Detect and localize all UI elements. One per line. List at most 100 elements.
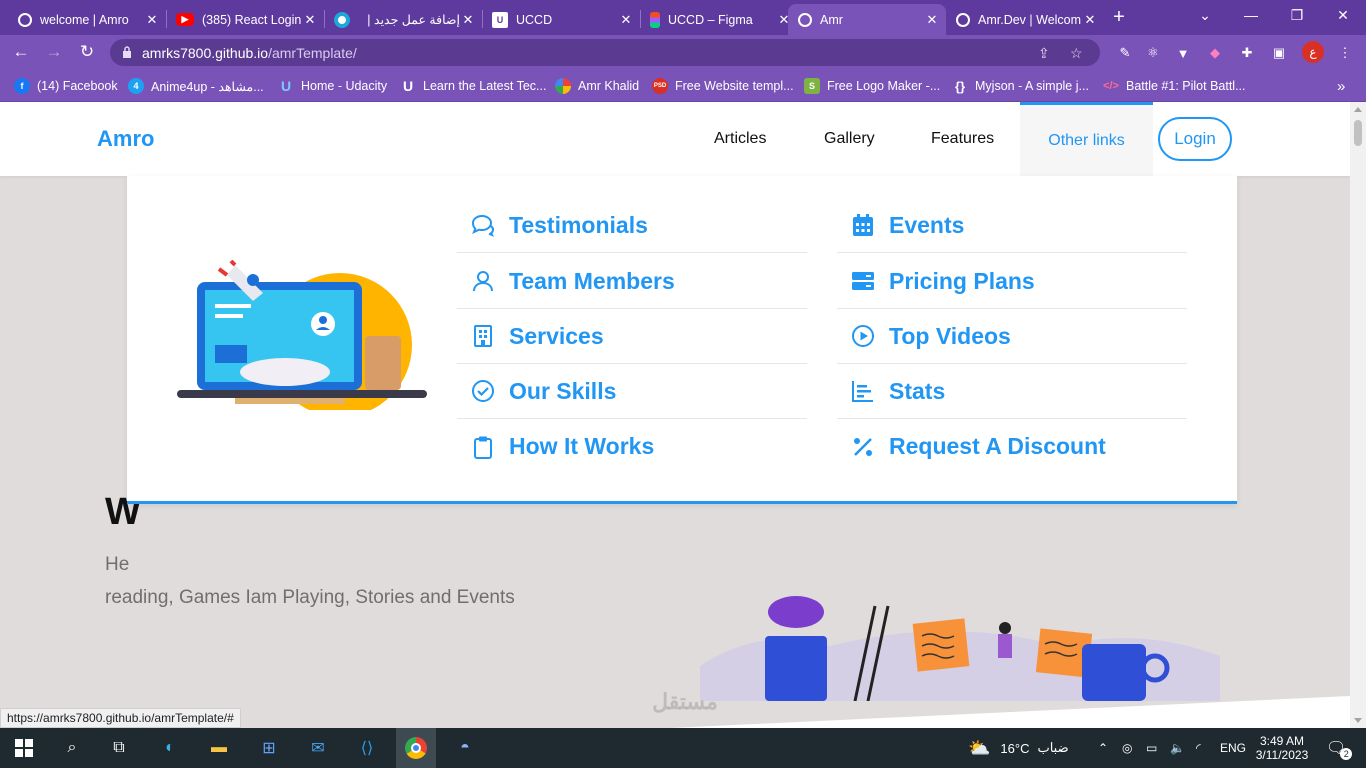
wifi-icon[interactable]: ◜ (1196, 728, 1201, 768)
extension-icon[interactable]: ◆ (1206, 44, 1224, 62)
bookmark-label: Anime4up - مشاهد... (151, 79, 264, 94)
windows-start-icon[interactable] (12, 736, 36, 760)
nav-articles[interactable]: Articles (714, 130, 766, 148)
bookmark-myjson[interactable]: {} Myjson - A simple j... (952, 77, 1089, 95)
notifications-icon[interactable]: 🗨 2 (1326, 728, 1358, 768)
minimize-button[interactable]: — (1228, 0, 1274, 30)
dropdown-item-our-skills[interactable]: Our Skills (457, 364, 807, 419)
close-window-button[interactable]: ✕ (1320, 0, 1366, 30)
language-indicator[interactable]: ENG (1220, 728, 1246, 768)
scrollbar-thumb[interactable] (1354, 120, 1362, 146)
close-icon[interactable]: ✕ (1082, 12, 1098, 28)
nav-other-links[interactable]: Other links (1020, 102, 1153, 176)
bookmark-udemy[interactable]: U Learn the Latest Tec... (400, 77, 547, 95)
page-scrollbar[interactable] (1350, 102, 1366, 728)
react-extension-icon[interactable]: ⚛ (1144, 44, 1162, 62)
dropdown-item-events[interactable]: Events (837, 198, 1187, 253)
task-view-icon[interactable]: ⧉ (107, 736, 131, 760)
nav-gallery[interactable]: Gallery (824, 130, 875, 148)
tray-overflow-icon[interactable]: ⌃ (1098, 728, 1108, 768)
tab-title: إضافة عمل جديد | (367, 13, 460, 27)
uccd-icon: U (492, 11, 508, 28)
building-icon (474, 325, 492, 347)
tab-title: UCCD (516, 12, 553, 27)
dropdown-item-stats[interactable]: Stats (837, 364, 1187, 419)
bookmarks-overflow-icon[interactable]: » (1337, 77, 1345, 95)
dropdown-item-pricing-plans[interactable]: Pricing Plans (837, 254, 1187, 309)
tab-uccd-figma[interactable]: UCCD – Figma ✕ (640, 4, 798, 35)
dropdown-item-services[interactable]: Services (457, 309, 807, 364)
tab-welcome-amro[interactable]: welcome | Amro ✕ (8, 4, 166, 35)
tab-amr-dev[interactable]: Amr.Dev | Welcom ✕ (946, 4, 1104, 35)
site-header: Amro Articles Gallery Features Other lin… (0, 102, 1350, 176)
search-icon[interactable]: ⌕ (60, 736, 84, 760)
chrome-icon[interactable] (396, 728, 436, 768)
tab-title: Amr.Dev | Welcom (978, 12, 1082, 27)
mail-icon[interactable]: ✉ (306, 736, 330, 760)
reload-button[interactable]: ↻ (75, 40, 99, 64)
volume-icon[interactable]: 🔈 (1170, 728, 1185, 768)
clipboard-icon (474, 436, 492, 459)
bookmark-star-icon[interactable]: ☆ (1070, 45, 1083, 62)
login-button[interactable]: Login (1158, 117, 1232, 161)
bookmark-facebook[interactable]: f (14) Facebook (14, 77, 118, 95)
close-icon[interactable]: ✕ (302, 12, 318, 28)
bookmark-free-logo-maker[interactable]: S Free Logo Maker -... (804, 77, 940, 95)
dropdown-item-testimonials[interactable]: Testimonials (457, 198, 807, 253)
browser-tab-bar: welcome | Amro ✕ ▶ (385) React Login ✕ إ… (0, 0, 1366, 35)
puzzle-extensions-icon[interactable]: ✚ (1238, 44, 1256, 62)
scroll-down-icon[interactable] (1354, 718, 1362, 723)
tab-amr[interactable]: Amr ✕ (788, 4, 946, 35)
dropdown-item-how-it-works[interactable]: How It Works (457, 419, 807, 474)
close-icon[interactable]: ✕ (924, 12, 940, 28)
bookmark-amr-khalid[interactable]: Amr Khalid (555, 77, 639, 95)
bookmark-free-website-templates[interactable]: PSD Free Website templ... (652, 77, 794, 95)
store-icon[interactable]: ⊞ (257, 736, 281, 760)
menu-dots-icon[interactable]: ⋮ (1336, 44, 1354, 62)
weather-widget[interactable]: ⛅ 16°C ضباب (968, 728, 1069, 768)
profile-avatar[interactable]: ع (1302, 41, 1324, 63)
nav-features[interactable]: Features (931, 130, 994, 148)
back-button[interactable]: ← (9, 40, 33, 64)
close-icon[interactable]: ✕ (618, 12, 634, 28)
vue-extension-icon[interactable]: ▼ (1174, 44, 1192, 62)
forward-button[interactable]: → (42, 40, 66, 64)
dropdown-item-top-videos[interactable]: Top Videos (837, 309, 1187, 364)
tab-title: UCCD – Figma (668, 12, 753, 27)
restore-button[interactable]: ❐ (1274, 0, 1320, 30)
cloud-sun-icon: ⛅ (968, 737, 991, 758)
tab-search-button[interactable]: ⌄ (1182, 0, 1228, 30)
bookmark-udacity[interactable]: U Home - Udacity (278, 77, 387, 95)
dropdown-item-label: Events (889, 211, 965, 238)
vscode-icon[interactable]: ⟨⟩ (355, 736, 379, 760)
battery-icon[interactable]: ▭ (1146, 728, 1157, 768)
bookmark-anime4up[interactable]: 4 Anime4up - مشاهد... (128, 77, 264, 95)
address-bar[interactable]: amrks7800.github.io/amrTemplate/ ⇪ ☆ (110, 39, 1100, 66)
dropdown-item-team-members[interactable]: Team Members (457, 254, 807, 309)
udacity-icon: U (280, 78, 292, 94)
sidebar-icon[interactable]: ▣ (1270, 44, 1288, 62)
clock[interactable]: 3:49 AM 3/11/2023 (1256, 728, 1309, 768)
pen-extension-icon[interactable]: ✎ (1116, 44, 1134, 62)
close-icon[interactable]: ✕ (144, 12, 160, 28)
url-host: amrks7800.github.io (142, 44, 269, 61)
edge-icon[interactable]: ◐ (158, 736, 182, 760)
tab-mostaql[interactable]: إضافة عمل جديد | ✕ (324, 4, 482, 35)
share-icon[interactable]: ⇪ (1038, 45, 1050, 62)
file-explorer-icon[interactable]: ▬ (207, 736, 231, 760)
tab-react-login[interactable]: ▶ (385) React Login ✕ (166, 4, 324, 35)
tab-uccd[interactable]: U UCCD ✕ (482, 4, 640, 35)
scroll-up-icon[interactable] (1354, 107, 1362, 112)
new-tab-button[interactable]: + (1108, 6, 1130, 28)
edge-preview-icon[interactable]: ◓ (453, 736, 477, 760)
mostaql-icon (334, 11, 350, 28)
bookmark-battle-pilot[interactable]: </> Battle #1: Pilot Battl... (1103, 77, 1245, 95)
tab-title: (385) React Login (202, 12, 302, 27)
bookmark-label: Free Website templ... (675, 79, 794, 93)
percent-icon (854, 437, 872, 456)
site-logo[interactable]: Amro (97, 126, 154, 152)
meet-icon[interactable]: ◎ (1122, 728, 1132, 768)
dropdown-item-request-discount[interactable]: Request A Discount (837, 419, 1187, 474)
close-icon[interactable]: ✕ (460, 12, 476, 28)
globe-icon (18, 12, 32, 27)
